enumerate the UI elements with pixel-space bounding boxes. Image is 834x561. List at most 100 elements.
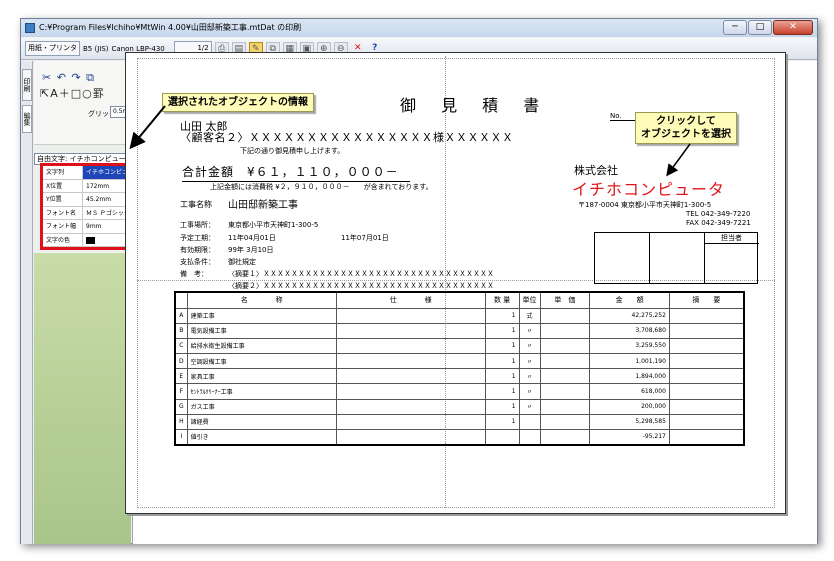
property-row[interactable]: X位置 172mm [43,179,129,193]
select-callout: クリックしてオブジェクトを選択 [635,112,737,144]
tax-note[interactable]: 上記金額には消費税 ¥２，９１０，０００－ が含まれております。 [210,182,433,192]
col-header: 仕 様 [335,291,486,309]
table-row[interactable]: E 家具工事 1 〃 1,894,000 [174,368,745,385]
item-name: ｾﾝﾄﾗﾙｸﾘｰﾅｰ工事 [186,383,337,400]
property-value[interactable] [83,234,129,247]
item-name: 諸経費 [186,413,337,431]
property-row[interactable]: 文字列イチホコンピュータ [43,166,129,180]
table-row[interactable]: G ガス工事 1 〃 200,000 [174,398,745,415]
table-row[interactable]: I 値引き -95,217 [174,428,745,446]
table-row[interactable]: A 建築工事 1 式 42,275,252 [174,307,745,324]
table-row[interactable]: D 空調設備工事 1 〃 1,001,190 [174,353,745,370]
client-line2-overflow: ＸＸＸＸＸＸ [444,131,514,144]
property-row[interactable]: 文字の色 [43,233,129,247]
property-value[interactable]: 9mm [83,220,129,233]
period-end[interactable]: 11年07月01日 [341,233,389,243]
text-color-swatch[interactable] [86,236,95,244]
sidebar-empty-pane [34,253,131,544]
detail-label[interactable]: 支払条件： [180,257,215,267]
callout-line2: オブジェクトを選択 [641,129,731,140]
item-remarks [668,428,745,446]
item-remarks [668,413,745,431]
item-remarks [668,337,745,355]
doc-title[interactable]: 御 見 積 書 [400,92,549,116]
item-unit [518,428,541,446]
item-unit: 〃 [518,322,541,339]
detail-value[interactable]: 99年 3月10日 [228,245,274,255]
item-qty: 1 [484,307,520,324]
property-value[interactable]: 172mm [83,180,129,193]
item-spec [335,413,486,431]
property-row[interactable]: フォント名 ＭＳ Ｐゴシック [43,206,129,220]
item-qty: 1 [484,337,520,355]
info-callout: 選択されたオブジェクトの情報 [162,93,314,112]
property-value[interactable]: ＭＳ Ｐゴシック [83,207,129,220]
tax-note-end: が含まれております。 [363,183,433,191]
estimate-table[interactable]: 名 称 仕 様 数 量 単位 単 価 金 額 摘 要 A 建築工事 1 式 42,275… [174,291,745,446]
company-fax[interactable]: FAX 042-349-7221 [686,219,751,227]
intro-note[interactable]: 下記の通り御見積申し上げます。 [240,146,344,156]
detail-value[interactable]: 東京都小平市天神町1-300-5 [228,220,318,230]
item-qty: 1 [484,413,520,431]
item-price [539,307,591,324]
client-line2[interactable]: 〈顧客名２〉ＸＸＸＸＸＸＸＸＸＸＸＸＸＸＸＸ様ＸＸＸＸＸＸ [180,129,514,145]
property-value[interactable]: 45.2mm [83,193,129,206]
detail-label[interactable]: 備 考： [180,269,208,279]
callout-line1: クリックして [656,116,716,127]
table-row[interactable]: H 諸経費 1 5,298,585 [174,413,745,431]
property-row[interactable]: フォント幅 9mm [43,220,129,234]
table-row[interactable]: F ｾﾝﾄﾗﾙｸﾘｰﾅｰ工事 1 〃 618,000 [174,383,745,400]
tab-edit[interactable]: 編集 [22,105,32,133]
close-button[interactable]: ✕ [773,20,813,35]
company-name[interactable]: イチホコンピュータ [572,176,725,200]
item-remarks [668,398,745,415]
item-amount: 3,708,680 [589,322,670,339]
table-row[interactable]: C 給排水衛生設備工事 1 〃 3,259,550 [174,337,745,355]
detail-value[interactable]: 11年04月01日 [228,233,276,243]
job-name[interactable]: 山田邸新築工事 [228,196,298,211]
item-qty: 1 [484,383,520,400]
minimize-button[interactable]: ─ [723,20,747,35]
item-amount: 1,001,190 [589,353,670,370]
company-address[interactable]: 〒187-0004 東京都小平市天神町1-300-5 [578,200,711,210]
detail-value[interactable]: 御社規定 [228,257,256,267]
item-price [539,398,591,415]
property-key: フォント幅 [43,220,83,233]
item-unit: 〃 [518,337,541,355]
item-name: 建築工事 [186,307,337,324]
detail-label[interactable]: 有効期限： [180,245,215,255]
detail-value[interactable]: 〈摘要１〉ＸＸＸＸＸＸＸＸＸＸＸＸＸＸＸＸＸＸＸＸＸＸＸＸＸＸＸＸＸＸＸＸＸ [228,269,494,279]
item-amount: 42,275,252 [589,307,670,324]
tools-row-draw[interactable]: ⇱A＋□○罫 [40,85,105,101]
remarks2[interactable]: 〈摘要２〉ＸＸＸＸＸＸＸＸＸＸＸＸＸＸＸＸＸＸＸＸＸＸＸＸＸＸＸＸＸＸＸＸＸ [228,281,494,291]
item-price [539,353,591,370]
item-price [539,337,591,355]
item-qty: 1 [484,398,520,415]
item-remarks [668,368,745,385]
detail-label[interactable]: 予定工期： [180,233,215,243]
row-id: G [174,398,188,415]
tools-row-edit[interactable]: ✂ ↶ ↷ ⧉ [42,71,95,85]
company-tel[interactable]: TEL 042-349-7220 [686,210,750,218]
item-name: 給排水衛生設備工事 [186,337,337,355]
stamp-box[interactable]: 担当者 [594,232,759,284]
vertical-tabs: 印刷 編集 [21,61,33,544]
paper-printer-button[interactable]: 用紙・プリンタ [25,41,80,56]
property-row[interactable]: Y位置 45.2mm [43,193,129,207]
item-name: 電気設備工事 [186,322,337,339]
item-amount: 200,000 [589,398,670,415]
edit-tools-panel: ✂ ↶ ↷ ⧉ ⇱A＋□○罫 グリッド 0.5mm [34,61,142,145]
job-label[interactable]: 工事名称 [180,199,212,210]
total-amount[interactable]: 合計金額 ¥６１，１１０，０００－ [182,163,410,182]
property-grid: 文字列イチホコンピュータ X位置172mm Y位置45.2mm フォント名ＭＳ … [40,163,132,250]
tab-print[interactable]: 印刷 [22,69,32,101]
detail-label[interactable]: 工事場所： [180,220,215,230]
item-name: ガス工事 [186,398,337,415]
sidebar: 印刷 編集 ✂ ↶ ↷ ⧉ ⇱A＋□○罫 グリッド 0.5mm 自由文字: イチ… [21,61,142,544]
property-value[interactable]: イチホコンピュータ [83,166,129,179]
maximize-button[interactable]: □ [748,20,772,35]
item-spec [335,337,486,355]
app-icon [25,23,35,33]
title-bar[interactable]: C:¥Program Files¥Ichiho¥MtWin 4.00¥山田邸新築… [21,19,817,37]
table-row[interactable]: B 電気設備工事 1 〃 3,708,680 [174,322,745,339]
